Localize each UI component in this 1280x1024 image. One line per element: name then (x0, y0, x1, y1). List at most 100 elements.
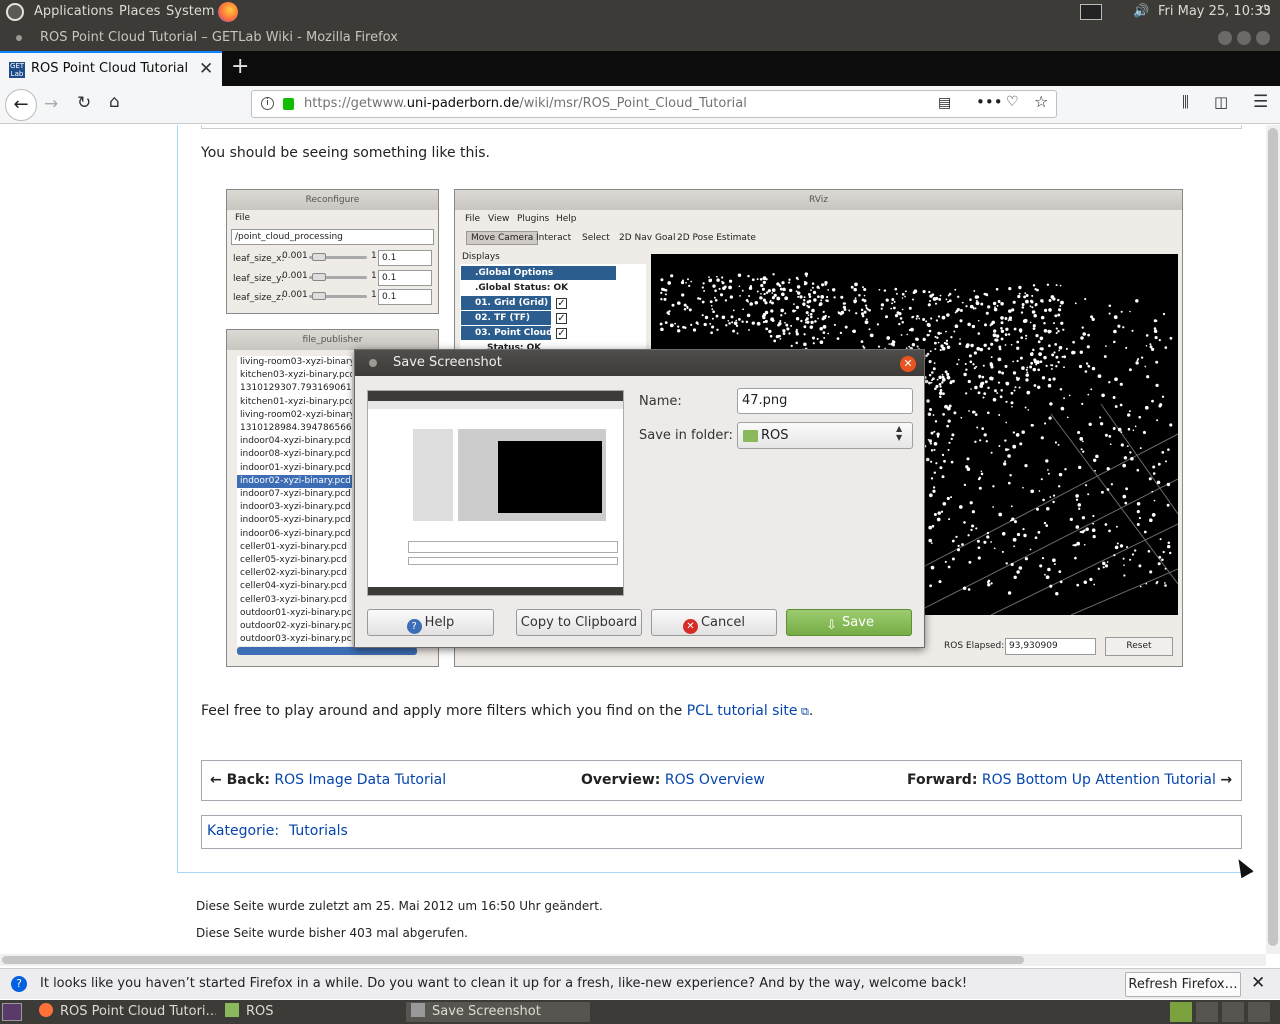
sidebar-icon[interactable]: ◫ (1214, 93, 1228, 111)
show-desktop-icon[interactable] (2, 1003, 22, 1021)
display-row: 03. Point Cloud2 ( (461, 326, 551, 340)
displays-title: Displays (462, 252, 500, 262)
dialog-close-button[interactable]: ✕ (900, 356, 916, 372)
screenshot-icon (411, 1003, 425, 1017)
back-button[interactable]: ← (5, 89, 37, 121)
window-title: ROS Point Cloud Tutorial – GETLab Wiki -… (40, 30, 398, 45)
list-item: living-room03-xyzi-binary.pcd (240, 357, 352, 367)
dialog-menu-icon[interactable] (369, 359, 377, 367)
pcl-tutorial-link[interactable]: PCL tutorial site (687, 703, 798, 719)
terminal-icon[interactable] (1080, 4, 1102, 20)
list-item: celler03-xyzi-binary.pcd (240, 594, 347, 605)
window-menu-icon[interactable] (16, 35, 22, 41)
applications-menu[interactable]: Applications (34, 4, 113, 19)
bookmark-star-icon[interactable]: ☆ (1034, 92, 1048, 111)
list-item: indoor05-xyzi-binary.pcd (240, 515, 351, 526)
reader-view-icon[interactable]: ▤ (938, 95, 951, 111)
places-menu[interactable]: Places (119, 4, 160, 19)
list-item: 1310128984.394786566.pcd (240, 423, 352, 434)
param-value: 0.1 (378, 289, 432, 305)
home-button[interactable]: ⌂ (109, 92, 120, 112)
workspace-switcher[interactable] (1248, 1002, 1270, 1022)
page-actions-icon[interactable]: ••• (976, 93, 1003, 111)
nav-forward: Forward: ROS Bottom Up Attention Tutoria… (907, 772, 1233, 788)
window-titlebar: ROS Point Cloud Tutorial – GETLab Wiki -… (0, 24, 1280, 51)
category-label[interactable]: Kategorie: (207, 823, 279, 839)
list-item: kitchen01-xyzi-binary.pcd (240, 396, 352, 407)
tool-2d-nav-goal: 2D Nav Goal (619, 233, 676, 243)
new-tab-icon[interactable]: + (231, 55, 249, 79)
list-item: outdoor02-xyzi-binary.pcd (240, 621, 352, 632)
volume-icon[interactable]: 🔊 (1133, 4, 1149, 19)
preview-point-cloud (498, 441, 602, 513)
list-item: outdoor03-xyzi-binary.pcd (240, 634, 352, 645)
workspace-switcher[interactable] (1196, 1002, 1218, 1022)
ros-elapsed-label: ROS Elapsed: (944, 641, 1005, 651)
folder-icon (225, 1003, 239, 1017)
preview-taskbar (368, 587, 623, 595)
pocket-icon[interactable]: ♡ (1006, 94, 1019, 110)
bottom-taskbar: ROS Point Cloud Tutori… ROS Save Screens… (0, 1000, 1280, 1024)
clock[interactable]: Fri May 25, 10:33 (1158, 4, 1271, 19)
taskbar-item-save-screenshot[interactable]: Save Screenshot (406, 1002, 590, 1022)
vertical-scrollbar-thumb[interactable] (1268, 128, 1278, 946)
url-text[interactable]: https://getwww.uni-paderborn.de/wiki/msr… (304, 96, 747, 111)
list-item: celler05-xyzi-binary.pcd (240, 555, 347, 566)
lock-icon[interactable] (283, 98, 294, 110)
back-link[interactable]: ROS Image Data Tutorial (274, 772, 446, 788)
download-icon: ⇩ (826, 618, 837, 633)
tab-ros-point-cloud[interactable]: GET Lab ROS Point Cloud Tutorial – GE ✕ (0, 51, 222, 86)
close-tab-icon[interactable]: ✕ (199, 59, 213, 79)
system-menu[interactable]: System (166, 4, 214, 19)
url-bar[interactable]: i https://getwww.uni-paderborn.de/wiki/m… (251, 90, 1057, 118)
hamburger-menu-icon[interactable]: ☰ (1253, 92, 1268, 112)
horizontal-scrollbar-thumb[interactable] (2, 956, 1024, 964)
nav-overview: Overview: ROS Overview (581, 772, 765, 788)
tab-label: ROS Point Cloud Tutorial – GE (31, 61, 191, 76)
taskbar-item-ros-folder[interactable]: ROS (222, 1002, 402, 1022)
list-item: 1310129307.793169061.pcd (240, 383, 352, 394)
help-button[interactable]: ? Help (367, 609, 494, 636)
forward-button[interactable]: → (44, 94, 58, 114)
help-icon: ? (406, 619, 422, 634)
intro-text: You should be seeing something like this… (201, 145, 491, 161)
library-icon[interactable]: ⫼ (1182, 93, 1189, 111)
list-item: outdoor01-xyzi-binary.pcd (240, 607, 352, 618)
save-screenshot-dialog: Save Screenshot ✕ Name: 47.png Save in f… (354, 349, 925, 648)
cancel-button[interactable]: ✕ Cancel (651, 609, 777, 636)
save-button[interactable]: ⇩ Save (786, 609, 912, 636)
workspace-switcher[interactable] (1222, 1002, 1244, 1022)
list-item: celler04-xyzi-binary.pcd (240, 581, 347, 592)
close-window-button[interactable] (1256, 31, 1270, 45)
refresh-firefox-button[interactable]: Refresh Firefox… (1125, 972, 1241, 997)
firefox-icon (39, 1003, 53, 1017)
filename-input[interactable]: 47.png (737, 388, 913, 414)
rviz-title: RViz (455, 190, 1182, 210)
category-tutorials-link[interactable]: Tutorials (289, 823, 348, 839)
param-max: 1 (371, 251, 377, 261)
file-list: living-room03-xyzi-binary.pcd kitchen03-… (237, 356, 352, 646)
maximize-button[interactable] (1237, 31, 1251, 45)
taskbar-item-firefox[interactable]: ROS Point Cloud Tutori… (36, 1002, 216, 1022)
checkbox-checked: ✓ (556, 298, 567, 309)
forward-link[interactable]: ROS Bottom Up Attention Tutorial (982, 772, 1216, 788)
ubuntu-logo-icon[interactable] (6, 3, 24, 21)
ros-elapsed-field: 93,930909 (1005, 638, 1096, 655)
list-item: indoor06-xyzi-binary.pcd (240, 528, 351, 539)
close-notification-icon[interactable]: ✕ (1251, 973, 1265, 993)
firefox-launcher-icon[interactable] (218, 2, 238, 22)
folder-select[interactable]: ROS ▲ ▼ (737, 422, 913, 449)
power-icon[interactable]: ⏻ (1260, 3, 1270, 18)
info-icon[interactable]: i (261, 97, 274, 110)
copy-to-clipboard-button[interactable]: Copy to Clipboard (516, 609, 642, 636)
list-item: indoor01-xyzi-binary.pcd (240, 462, 351, 473)
preview-window (413, 429, 453, 521)
overview-link[interactable]: ROS Overview (665, 772, 765, 788)
tool-2d-pose-estimate: 2D Pose Estimate (677, 233, 756, 243)
reload-button[interactable]: ↻ (77, 93, 91, 113)
name-label: Name: (639, 394, 682, 409)
minimize-button[interactable] (1218, 31, 1232, 45)
screenshot-preview-image (367, 390, 624, 596)
notification-message: It looks like you haven’t started Firefo… (40, 976, 968, 991)
workspace-switcher-active[interactable] (1170, 1002, 1192, 1022)
